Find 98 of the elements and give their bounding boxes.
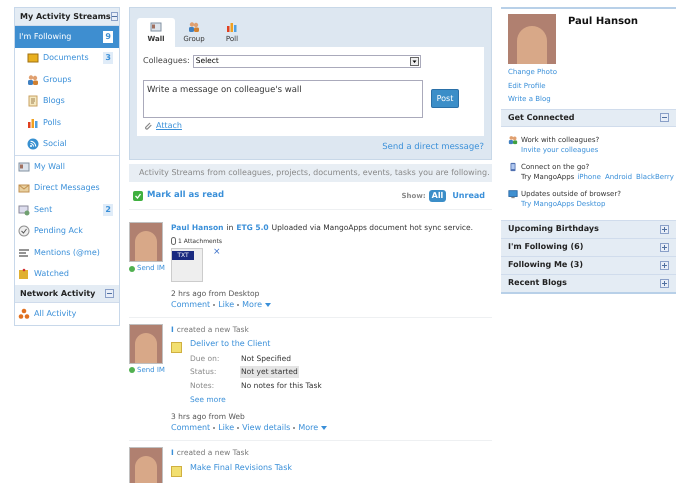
sticky-note-icon bbox=[171, 466, 182, 476]
action-link[interactable]: More bbox=[298, 422, 318, 434]
profile-name: Paul Hanson bbox=[568, 15, 638, 29]
sidebar-item[interactable]: Direct Messages bbox=[15, 178, 119, 199]
sidebar-item[interactable]: Documents 3 bbox=[15, 48, 119, 69]
direct-message-link[interactable]: Send a direct message? bbox=[382, 140, 484, 154]
sidebar-item[interactable]: Groups bbox=[15, 69, 119, 90]
network-icon bbox=[18, 308, 30, 320]
collapse-icon[interactable] bbox=[110, 12, 118, 21]
sidebar-item-label: I'm Following bbox=[19, 30, 72, 43]
sidebar-item-label: Groups bbox=[43, 74, 73, 86]
sidebar-item-label: Direct Messages bbox=[34, 182, 101, 194]
count-badge: 9 bbox=[103, 30, 113, 43]
panel-header[interactable]: Recent Blogs bbox=[501, 274, 676, 292]
people-icon bbox=[188, 21, 200, 33]
sidebar-item-label: Sent bbox=[34, 204, 54, 216]
collapse-icon[interactable] bbox=[660, 113, 669, 122]
sidebar-item[interactable]: Polls bbox=[15, 112, 119, 134]
sidebar-item-label: Documents bbox=[43, 52, 90, 64]
expand-icon[interactable] bbox=[660, 242, 669, 252]
action-link[interactable]: Comment bbox=[171, 298, 210, 311]
post-button[interactable]: Post bbox=[431, 89, 459, 108]
colleagues-label: Colleagues: bbox=[143, 55, 190, 67]
count-badge: 2 bbox=[103, 204, 113, 216]
expand-icon[interactable] bbox=[660, 260, 669, 270]
sticky-note-icon bbox=[171, 342, 182, 353]
panel-title: Following Me (3) bbox=[508, 259, 584, 271]
task-title-link[interactable]: Deliver to the Client bbox=[190, 339, 270, 348]
expand-icon[interactable] bbox=[660, 278, 669, 288]
sidebar-item-label: Blogs bbox=[43, 95, 66, 108]
action-link[interactable]: View details bbox=[242, 422, 290, 434]
phone-icon bbox=[508, 162, 518, 172]
sidebar-item-label: Social bbox=[43, 138, 68, 150]
sidebar-item[interactable]: Watched bbox=[15, 264, 119, 285]
profile-photo-placeholder bbox=[508, 14, 556, 64]
action-link[interactable]: Like bbox=[218, 298, 234, 311]
sidebar-item[interactable]: Pending Ack bbox=[15, 220, 119, 242]
people-icon bbox=[27, 74, 39, 86]
panel-header[interactable]: Upcoming Birthdays bbox=[501, 220, 676, 238]
sidebar-item[interactable]: Blogs bbox=[15, 90, 119, 112]
sidebar-item-label: Watched bbox=[34, 268, 70, 280]
sidebar-item-label: My Wall bbox=[34, 160, 66, 173]
sidebar-item-label: Pending Ack bbox=[34, 225, 84, 238]
info-text: Activity Streams from colleagues, projects, documents, events, tasks you are following. bbox=[139, 167, 490, 180]
lines-icon bbox=[18, 246, 30, 259]
sidebar-item-label: All Activity bbox=[34, 308, 78, 320]
panel-title: I'm Following (6) bbox=[508, 241, 584, 253]
note-icon bbox=[18, 268, 30, 280]
caret-icon[interactable] bbox=[265, 302, 271, 307]
sidebar-item[interactable]: My Wall bbox=[15, 156, 119, 178]
sent-mail-icon bbox=[18, 204, 30, 216]
folder-icon bbox=[27, 52, 39, 64]
sidebar-item[interactable]: All Activity bbox=[15, 303, 119, 324]
paperclip-icon bbox=[171, 237, 176, 245]
avatar-photo-placeholder bbox=[129, 324, 163, 364]
action-link[interactable]: Comment bbox=[171, 422, 210, 434]
section-title: My Activity Streams bbox=[20, 10, 111, 22]
avatar-photo-placeholder bbox=[129, 222, 163, 262]
task-title-link[interactable]: Make Final Revisions Task bbox=[190, 462, 292, 472]
caret-icon bbox=[410, 56, 419, 66]
sidebar-item[interactable]: Mentions (@me) bbox=[15, 242, 119, 264]
check-circle-icon bbox=[18, 225, 30, 238]
people-icon bbox=[508, 134, 518, 144]
avatar-photo-placeholder bbox=[129, 447, 163, 483]
sidebar-item[interactable]: I'm Following 9 bbox=[15, 26, 119, 48]
notepad-icon bbox=[27, 95, 39, 108]
collapse-icon[interactable] bbox=[105, 289, 114, 298]
sidebar-item[interactable]: Sent 2 bbox=[15, 199, 119, 220]
panel-header[interactable]: Get Connected bbox=[501, 108, 676, 126]
wall-icon bbox=[150, 21, 162, 33]
remove-attachment-button[interactable]: × bbox=[213, 248, 221, 256]
bar-chart-icon bbox=[27, 116, 39, 129]
checkbox-icon bbox=[133, 190, 143, 201]
panel-header[interactable]: I'm Following (6) bbox=[501, 238, 676, 256]
sidebar-item[interactable]: Social bbox=[15, 134, 119, 155]
section-title: Network Activity bbox=[20, 288, 96, 300]
paperclip-icon bbox=[143, 120, 153, 130]
message-field[interactable]: Write a message on colleague's wall bbox=[143, 80, 423, 118]
action-link[interactable]: More bbox=[242, 298, 262, 311]
sidebar-item-label: Mentions (@me) bbox=[34, 246, 101, 259]
attach-link[interactable]: Attach bbox=[156, 120, 182, 132]
bar-chart-icon bbox=[226, 21, 238, 33]
action-link[interactable]: Like bbox=[218, 422, 234, 434]
panel-title: Recent Blogs bbox=[508, 277, 567, 289]
panel-header[interactable]: Following Me (3) bbox=[501, 256, 676, 274]
wall-icon bbox=[18, 160, 30, 173]
monitor-icon bbox=[508, 188, 518, 198]
sidebar-item-label: Polls bbox=[43, 116, 62, 129]
filter-tab[interactable]: Unread bbox=[449, 190, 488, 202]
mark-all-read-link[interactable]: Mark all as read bbox=[147, 189, 224, 202]
envelope-icon bbox=[18, 182, 30, 194]
rss-icon bbox=[27, 138, 39, 150]
filter-tab[interactable]: All bbox=[428, 190, 446, 202]
panel-title: Get Connected bbox=[508, 112, 575, 124]
expand-icon[interactable] bbox=[660, 224, 669, 234]
caret-icon[interactable] bbox=[321, 426, 328, 430]
panel-title: Upcoming Birthdays bbox=[508, 223, 599, 235]
count-badge: 3 bbox=[103, 52, 113, 64]
